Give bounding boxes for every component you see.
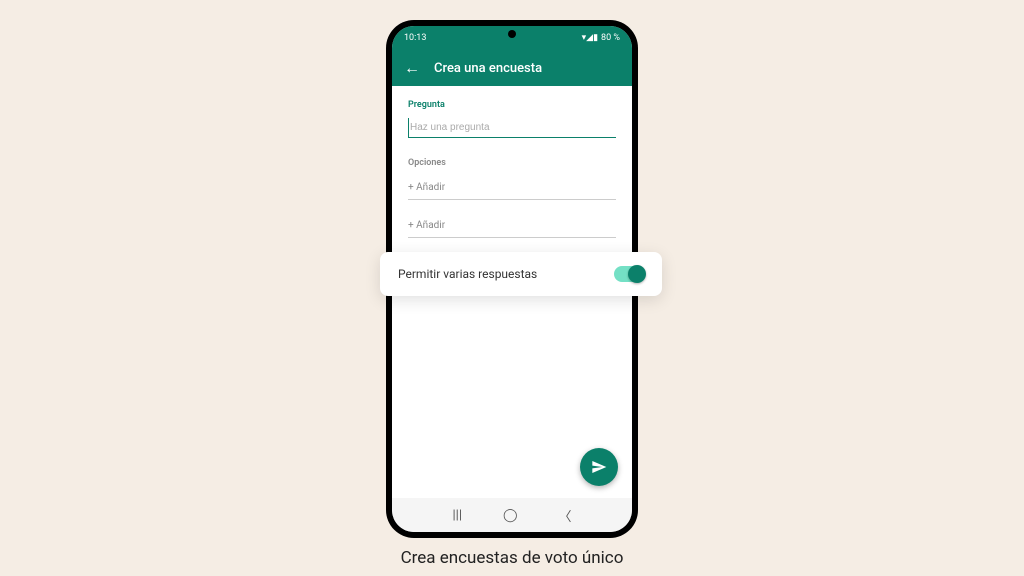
send-button[interactable] <box>580 448 618 486</box>
nav-recent-icon[interactable]: ||| <box>452 508 462 523</box>
app-header: ← Crea una encuesta <box>392 50 632 86</box>
allow-multiple-card: Permitir varias respuestas <box>380 252 662 296</box>
toggle-label: Permitir varias respuestas <box>398 267 537 281</box>
question-input[interactable] <box>408 118 616 138</box>
nav-bar: ||| ◯ 〈 <box>392 498 632 532</box>
status-right: ▾◢▮ 80 % <box>582 33 620 43</box>
camera-notch <box>508 30 516 38</box>
allow-multiple-toggle[interactable] <box>614 266 644 282</box>
status-time: 10:13 <box>404 33 426 43</box>
nav-back-icon[interactable]: 〈 <box>558 506 571 525</box>
options-label: Opciones <box>408 158 616 168</box>
option-input-2[interactable]: + Añadir <box>408 214 616 238</box>
option-input-1[interactable]: + Añadir <box>408 176 616 200</box>
caption: Crea encuestas de voto único <box>401 548 624 568</box>
back-arrow-icon[interactable]: ← <box>404 60 420 76</box>
nav-home-icon[interactable]: ◯ <box>503 508 518 523</box>
wifi-signal-icon: ▾◢▮ <box>582 33 598 43</box>
page-title: Crea una encuesta <box>434 61 542 76</box>
battery-text: 80 % <box>601 33 620 43</box>
question-label: Pregunta <box>408 100 616 110</box>
send-icon <box>591 459 607 475</box>
toggle-knob <box>628 265 646 283</box>
